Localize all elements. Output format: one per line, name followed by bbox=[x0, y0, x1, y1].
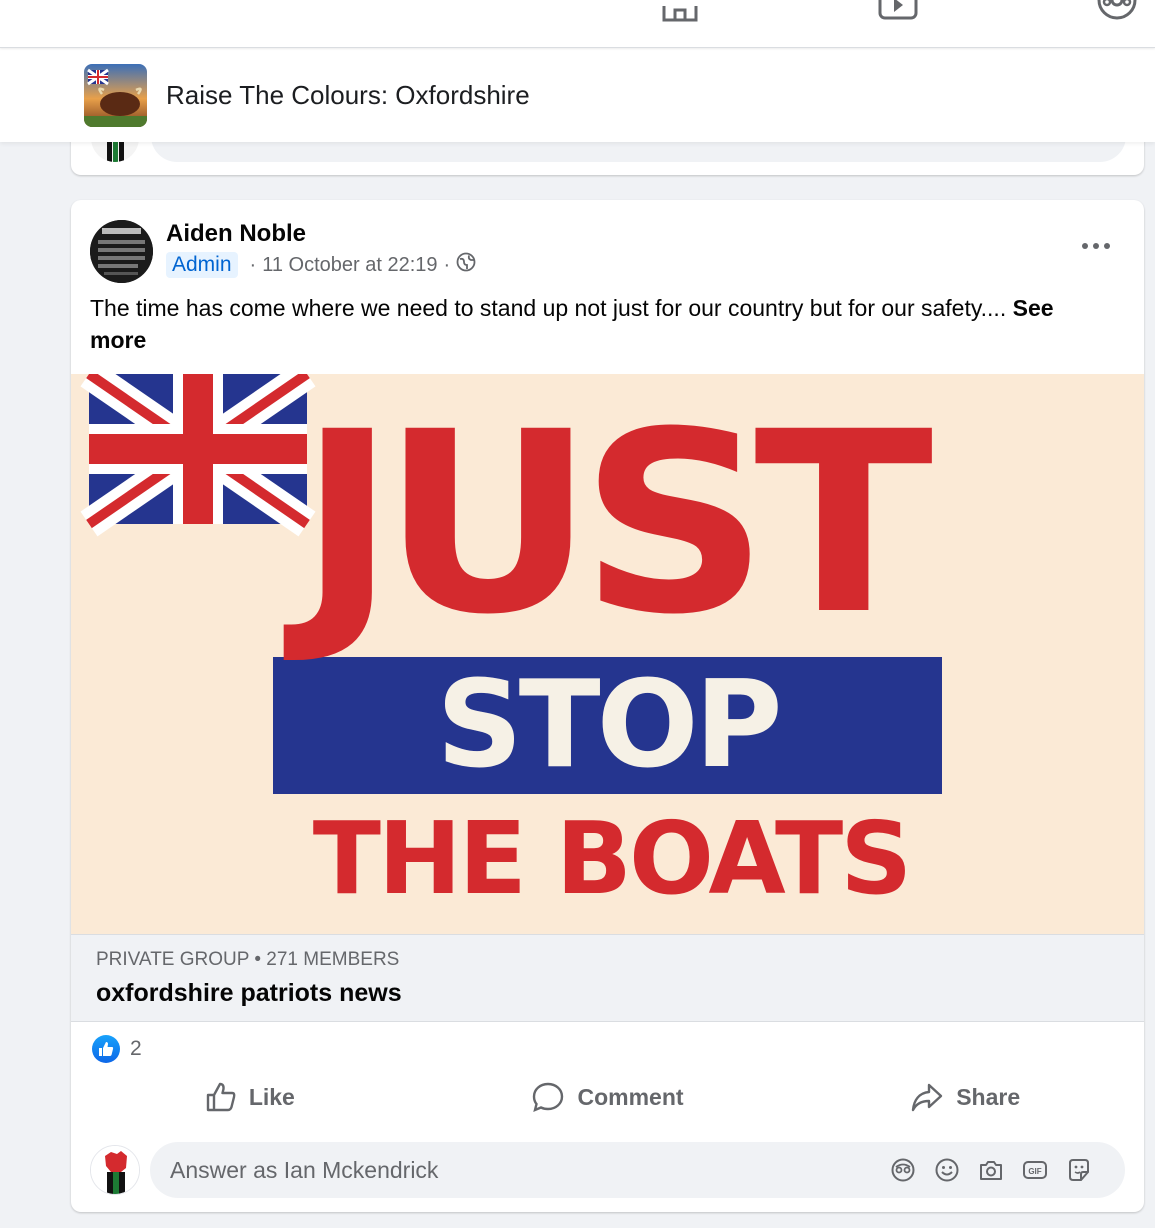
groups-icon[interactable] bbox=[1095, 0, 1139, 29]
link-preview-title[interactable]: oxfordshire patriots news bbox=[96, 979, 402, 1008]
share-button[interactable]: Share bbox=[786, 1072, 1144, 1122]
current-user-avatar[interactable] bbox=[90, 1145, 140, 1195]
thumbs-up-icon bbox=[206, 1082, 236, 1112]
avatar-sticker-icon[interactable] bbox=[881, 1155, 925, 1185]
sticker-icon[interactable] bbox=[1057, 1155, 1101, 1185]
camera-icon[interactable] bbox=[969, 1155, 1013, 1185]
group-name[interactable]: Raise The Colours: Oxfordshire bbox=[166, 80, 530, 111]
top-navigation-bar bbox=[0, 0, 1155, 48]
post-timestamp[interactable]: 11 October at 22:19 bbox=[262, 254, 437, 277]
video-icon[interactable] bbox=[877, 0, 919, 29]
more-horizontal-icon bbox=[1081, 237, 1111, 255]
svg-text:GIF: GIF bbox=[1028, 1167, 1041, 1176]
post-card: Aiden Noble Admin · 11 October at 22:19 … bbox=[71, 200, 1144, 1212]
like-reaction-icon bbox=[92, 1035, 120, 1063]
gif-icon[interactable]: GIF bbox=[1013, 1155, 1057, 1185]
comment-bubble-icon bbox=[533, 1082, 564, 1113]
image-word-just: JUST bbox=[298, 378, 933, 669]
admin-badge[interactable]: Admin bbox=[166, 252, 238, 278]
home-icon[interactable] bbox=[660, 0, 700, 29]
link-preview[interactable]: PRIVATE GROUP • 271 MEMBERS oxfordshire … bbox=[71, 934, 1144, 1022]
post-text: The time has come where we need to stand… bbox=[90, 292, 1100, 356]
meta-separator: · bbox=[443, 253, 451, 276]
meta-separator: · bbox=[249, 253, 257, 276]
post-options-button[interactable] bbox=[1076, 228, 1116, 264]
author-name[interactable]: Aiden Noble bbox=[166, 220, 306, 248]
like-label: Like bbox=[248, 1083, 295, 1110]
post-action-bar: Like Comment Share bbox=[71, 1072, 1144, 1122]
group-cover-thumbnail[interactable] bbox=[84, 64, 147, 127]
link-preview-meta: PRIVATE GROUP • 271 MEMBERS bbox=[96, 949, 400, 970]
author-avatar[interactable] bbox=[90, 220, 153, 283]
image-words-the-boats: THE BOATS bbox=[312, 800, 912, 917]
comment-button[interactable]: Comment bbox=[429, 1072, 787, 1122]
post-image[interactable]: JUST STOP THE BOATS bbox=[71, 374, 1144, 934]
comment-tools: GIF bbox=[881, 1142, 1101, 1198]
reaction-summary[interactable]: 2 bbox=[92, 1034, 142, 1064]
group-header: Raise The Colours: Oxfordshire bbox=[0, 48, 1155, 142]
globe-icon bbox=[456, 252, 476, 278]
emoji-icon[interactable] bbox=[925, 1155, 969, 1185]
like-button[interactable]: Like bbox=[71, 1072, 429, 1122]
comment-input[interactable]: Answer as Ian Mckendrick GIF bbox=[150, 1142, 1125, 1198]
share-label: Share bbox=[956, 1083, 1021, 1110]
post-meta: Admin · 11 October at 22:19 · bbox=[166, 250, 476, 280]
reaction-count: 2 bbox=[130, 1037, 142, 1060]
image-word-stop: STOP bbox=[436, 656, 782, 795]
comment-placeholder: Answer as Ian Mckendrick bbox=[170, 1156, 439, 1183]
comment-label: Comment bbox=[577, 1083, 684, 1110]
post-body: The time has come where we need to stand… bbox=[90, 295, 1013, 321]
share-arrow-icon bbox=[912, 1083, 943, 1112]
comment-composer: Answer as Ian Mckendrick GIF bbox=[71, 1140, 1144, 1200]
